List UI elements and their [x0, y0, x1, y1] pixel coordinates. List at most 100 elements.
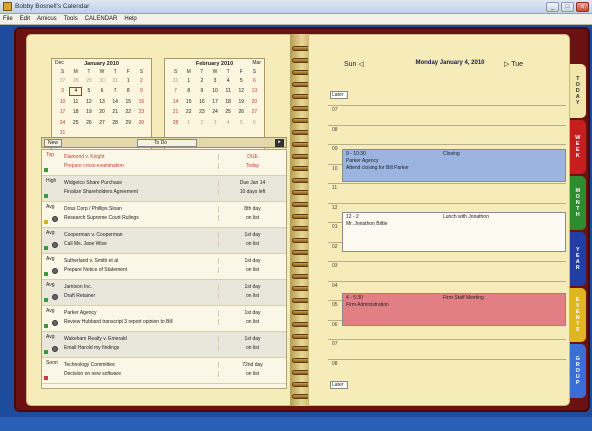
day-cell[interactable]: 27 [95, 119, 108, 128]
next-day-link[interactable]: ▷ Tue [504, 60, 523, 68]
day-cell[interactable]: 8 [182, 87, 195, 96]
day-cell[interactable]: 1 [182, 77, 195, 86]
day-cell[interactable]: 1 [182, 119, 195, 128]
day-cell[interactable]: 17 [208, 98, 221, 107]
appointment-block[interactable]: 12 - 2 Lunch with Jonathon Mr. Jonathon Bi… [342, 212, 566, 252]
day-cell[interactable]: 5 [235, 119, 248, 128]
day-cell[interactable]: 4 [222, 77, 235, 86]
menu-amicus[interactable]: Amicus [37, 16, 57, 22]
day-cell[interactable]: 2 [195, 119, 208, 128]
day-cell[interactable]: 14 [169, 98, 182, 107]
day-cell[interactable]: 19 [235, 98, 248, 107]
day-cell[interactable]: 16 [195, 98, 208, 107]
scroll-right-icon[interactable]: ▸ [275, 139, 284, 147]
day-cell[interactable]: 1 [122, 77, 135, 86]
day-cell[interactable]: 15 [122, 98, 135, 107]
day-cell[interactable]: 21 [109, 108, 122, 117]
tab-month[interactable]: MONTH [570, 176, 586, 230]
tab-week[interactable]: WEEK [570, 120, 586, 174]
appointment-block[interactable]: 9 - 10:30 Closing Parker Agency Attend clos… [342, 149, 566, 182]
todo-row[interactable]: High Widgetco Share Purchase Finalize Shar… [42, 176, 286, 202]
todo-row[interactable]: Avg Wakeham Realty v. Emerald Email Harold… [42, 332, 286, 358]
minimize-button[interactable]: _ [546, 2, 559, 12]
day-cell[interactable]: 27 [56, 77, 69, 86]
day-cell[interactable]: 27 [248, 108, 261, 117]
day-cell[interactable]: 3 [208, 77, 221, 86]
prev-day-link[interactable]: Sun ◁ [344, 60, 364, 68]
day-cell[interactable]: 10 [208, 87, 221, 96]
day-cell[interactable]: 22 [182, 108, 195, 117]
day-cell[interactable]: 30 [95, 77, 108, 86]
day-cell[interactable]: 31 [169, 77, 182, 86]
day-cell[interactable]: 9 [195, 87, 208, 96]
day-cell[interactable]: 20 [248, 98, 261, 107]
day-cell[interactable]: 16 [135, 98, 148, 107]
day-cell[interactable]: 17 [56, 108, 69, 117]
day-cell[interactable]: 26 [235, 108, 248, 117]
prev-month-link[interactable]: Dec [55, 60, 64, 66]
menu-help[interactable]: Help [124, 16, 136, 22]
day-cell[interactable]: 2 [195, 77, 208, 86]
day-cell[interactable]: 24 [208, 108, 221, 117]
day-cell[interactable]: 9 [135, 87, 148, 96]
day-cell[interactable]: 21 [169, 108, 182, 117]
day-cell[interactable]: 14 [109, 98, 122, 107]
todo-row[interactable]: Avg Doss Corp / Phillips Sloan Research Su… [42, 202, 286, 228]
todo-row[interactable]: Avg Sutherland v. Smith et al Prepare Noti… [42, 254, 286, 280]
todo-filter-select[interactable]: To Do [137, 139, 197, 147]
day-cell[interactable]: 18 [69, 108, 82, 117]
todo-row[interactable]: Avg Parker Agency Review Hubbard transcrip… [42, 306, 286, 332]
day-cell[interactable]: 5 [82, 87, 95, 96]
day-cell[interactable]: 12 [82, 98, 95, 107]
todo-row[interactable]: Avg Cooperman v. Cooperman Call Ms. Jane W… [42, 228, 286, 254]
day-cell[interactable]: 13 [95, 98, 108, 107]
day-cell[interactable]: 25 [69, 119, 82, 128]
day-cell[interactable]: 7 [109, 87, 122, 96]
day-cell[interactable]: 30 [135, 119, 148, 128]
todo-row[interactable]: Avg Jamison Inc. Draft Retainer 1st day on l… [42, 280, 286, 306]
day-cell[interactable]: 29 [122, 119, 135, 128]
day-cell[interactable]: 11 [69, 98, 82, 107]
day-cell[interactable]: 28 [69, 77, 82, 86]
tab-group[interactable]: GROUP [570, 344, 586, 398]
day-cell[interactable]: 26 [82, 119, 95, 128]
selected-day-cell[interactable]: 4 [69, 87, 83, 96]
day-cell[interactable]: 25 [222, 108, 235, 117]
day-cell[interactable]: 2 [135, 77, 148, 86]
day-cell[interactable]: 8 [122, 87, 135, 96]
menu-tools[interactable]: Tools [64, 16, 78, 22]
close-button[interactable]: x [576, 2, 589, 12]
day-cell[interactable]: 24 [56, 119, 69, 128]
day-cell[interactable]: 11 [222, 87, 235, 96]
day-cell[interactable]: 29 [82, 77, 95, 86]
tab-year[interactable]: YEAR [570, 232, 586, 286]
next-month-link[interactable]: Mar [252, 60, 261, 66]
menu-calendar[interactable]: CALENDAR [85, 16, 118, 22]
tab-today[interactable]: TODAY [570, 64, 586, 118]
day-cell[interactable]: 22 [122, 108, 135, 117]
day-cell[interactable]: 31 [109, 77, 122, 86]
todo-row[interactable]: Top Diamond v. Knight Prepare cross-examin… [42, 150, 286, 176]
day-cell[interactable]: 3 [56, 87, 69, 96]
day-cell[interactable]: 28 [169, 119, 182, 128]
day-cell[interactable]: 13 [248, 87, 261, 96]
tab-events[interactable]: EVENTS [570, 288, 586, 342]
day-cell[interactable]: 10 [56, 98, 69, 107]
menu-edit[interactable]: Edit [20, 16, 30, 22]
day-cell[interactable]: 28 [109, 119, 122, 128]
maximize-button[interactable]: □ [561, 2, 574, 12]
day-cell[interactable]: 12 [235, 87, 248, 96]
new-todo-button[interactable]: New [44, 139, 62, 147]
day-cell[interactable]: 15 [182, 98, 195, 107]
day-cell[interactable]: 6 [248, 119, 261, 128]
day-cell[interactable]: 23 [135, 108, 148, 117]
day-cell[interactable]: 4 [222, 119, 235, 128]
day-cell[interactable]: 6 [248, 77, 261, 86]
day-cell[interactable]: 20 [95, 108, 108, 117]
day-cell[interactable]: 18 [222, 98, 235, 107]
day-cell[interactable]: 6 [95, 87, 108, 96]
day-cell[interactable]: 5 [235, 77, 248, 86]
todo-row[interactable]: Soon Technology Committee Decision on new … [42, 358, 286, 384]
day-cell[interactable]: 3 [208, 119, 221, 128]
day-cell[interactable]: 7 [169, 87, 182, 96]
